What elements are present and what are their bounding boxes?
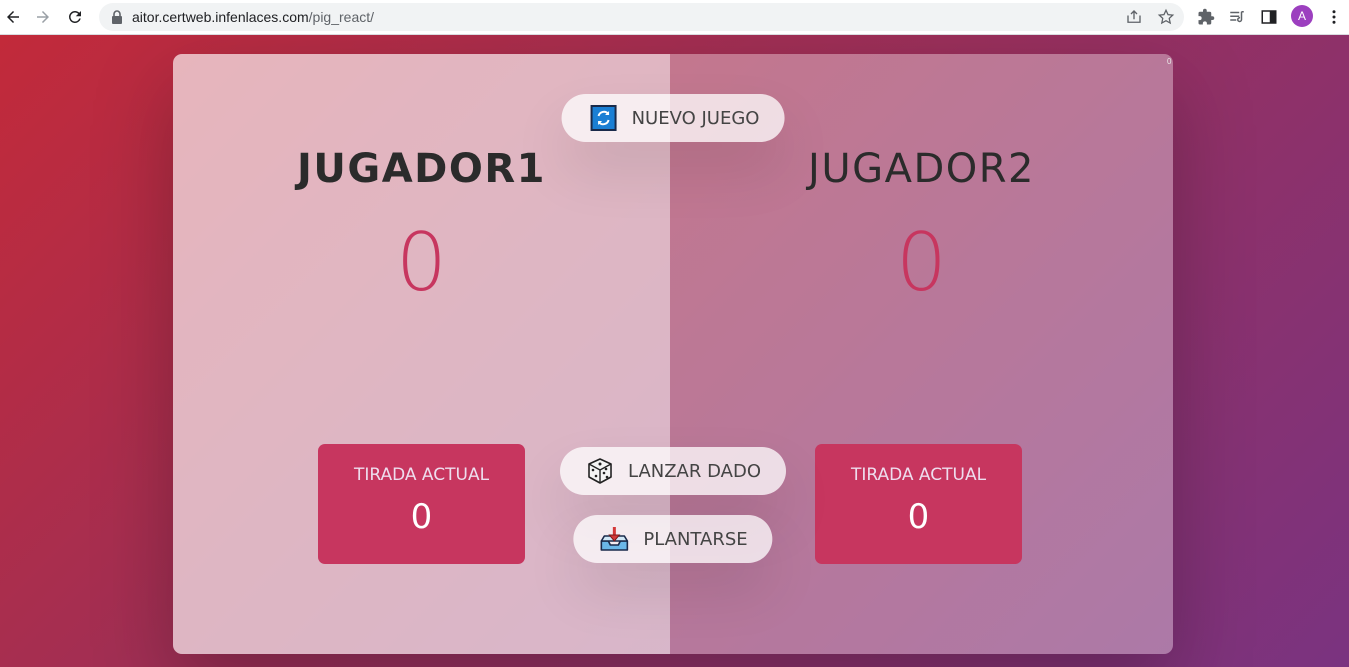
- share-icon[interactable]: [1125, 8, 1143, 26]
- browser-toolbar: aitor.certweb.infenlaces.com/pig_react/ …: [0, 0, 1349, 35]
- url-path: /pig_react/: [308, 9, 375, 25]
- dice-icon: [586, 457, 614, 485]
- url-text: aitor.certweb.infenlaces.com/pig_react/: [132, 9, 374, 25]
- media-button[interactable]: [1226, 6, 1248, 28]
- player-1-panel: JUGADOR1 0 TIRADA ACTUAL 0: [173, 54, 670, 654]
- address-bar[interactable]: aitor.certweb.infenlaces.com/pig_react/: [99, 3, 1184, 31]
- player-1-current-box: TIRADA ACTUAL 0: [318, 444, 525, 564]
- reload-button[interactable]: [62, 4, 88, 30]
- profile-avatar[interactable]: A: [1291, 5, 1313, 27]
- game-board: JUGADOR1 0 TIRADA ACTUAL 0 JUGADOR2 0 TI…: [173, 54, 1173, 654]
- back-button[interactable]: [0, 4, 26, 30]
- player-1-name: JUGADOR1: [297, 146, 546, 192]
- player-2-current-score: 0: [907, 497, 930, 537]
- extensions-button[interactable]: [1195, 6, 1217, 28]
- inbox-download-icon: [599, 526, 629, 552]
- side-panel-icon: [1261, 10, 1277, 24]
- roll-dice-button[interactable]: LANZAR DADO: [560, 447, 786, 495]
- new-game-label: NUEVO JUEGO: [631, 107, 760, 129]
- player-1-score: 0: [396, 216, 447, 309]
- player-1-current-label: TIRADA ACTUAL: [353, 465, 490, 485]
- player-2-panel: JUGADOR2 0 TIRADA ACTUAL 0: [670, 54, 1173, 654]
- player-1-current-score: 0: [410, 497, 433, 537]
- kebab-menu-icon: [1332, 10, 1336, 24]
- forward-button[interactable]: [30, 4, 56, 30]
- url-host: aitor.certweb.infenlaces.com: [132, 9, 309, 25]
- reload-icon: [68, 10, 81, 23]
- player-2-name: JUGADOR2: [808, 146, 1035, 192]
- new-game-button[interactable]: NUEVO JUEGO: [561, 94, 785, 142]
- player-2-current-label: TIRADA ACTUAL: [850, 465, 987, 485]
- arrow-right-icon: [37, 11, 49, 23]
- refresh-icon: [590, 104, 618, 132]
- player-2-score: 0: [896, 216, 947, 309]
- menu-button[interactable]: [1323, 6, 1345, 28]
- arrow-left-icon: [7, 11, 19, 23]
- hold-button[interactable]: PLANTARSE: [573, 515, 773, 563]
- hold-label: PLANTARSE: [643, 528, 748, 550]
- star-icon[interactable]: [1157, 8, 1175, 26]
- side-panel-button[interactable]: [1258, 6, 1280, 28]
- page-background: 0 JUGADOR1 0 TIRADA ACTUAL 0 JUGADOR2 0 …: [0, 35, 1349, 667]
- playlist-icon: [1230, 11, 1244, 23]
- roll-dice-label: LANZAR DADO: [628, 460, 761, 482]
- puzzle-icon: [1198, 8, 1215, 25]
- lock-icon: [112, 10, 122, 24]
- player-2-current-box: TIRADA ACTUAL 0: [815, 444, 1022, 564]
